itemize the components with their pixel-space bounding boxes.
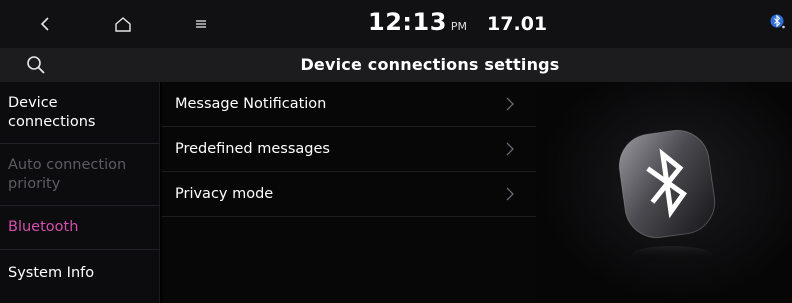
sidebar: Device connections Auto connection prior… (0, 82, 160, 303)
sidebar-item-system-info[interactable]: System Info (0, 250, 160, 296)
sidebar-item-label: Bluetooth (8, 219, 79, 235)
sidebar-item-auto-connection-priority: Auto connection priority (0, 144, 160, 206)
clock-time: 12:13 (368, 8, 447, 36)
clock: 12:13 PM 17.01 (368, 8, 547, 36)
bluetooth-logo-icon (618, 129, 716, 262)
page-title: Device connections settings (300, 55, 560, 74)
menu-icon (196, 20, 206, 28)
list-item-message-notification[interactable]: Message Notification (162, 82, 536, 127)
menu-button[interactable] (188, 0, 214, 48)
home-icon (115, 17, 131, 32)
list-item-label: Message Notification (175, 96, 327, 112)
home-button[interactable] (108, 0, 138, 48)
sidebar-item-label: Auto connection priority (8, 156, 127, 192)
settings-list: Message Notification Predefined messages… (162, 82, 536, 303)
list-item-privacy-mode[interactable]: Privacy mode (162, 172, 536, 217)
status-bar: 12:13 PM 17.01 (0, 0, 792, 48)
list-item-label: Privacy mode (175, 186, 274, 202)
search-button[interactable] (0, 48, 72, 82)
back-button[interactable] (30, 0, 60, 48)
title-bar: Device connections settings (0, 48, 792, 82)
bluetooth-illustration-panel (536, 82, 792, 303)
chevron-right-icon (506, 97, 514, 111)
clock-date: 17.01 (487, 13, 548, 35)
chevron-right-icon (506, 142, 514, 156)
bluetooth-status-icon (770, 14, 785, 29)
sidebar-item-label: System Info (8, 264, 95, 281)
sidebar-item-device-connections[interactable]: Device connections (0, 82, 160, 144)
back-arrow-icon (40, 17, 49, 31)
chevron-right-icon (506, 187, 514, 201)
sidebar-item-label: Device connections (8, 94, 96, 130)
search-icon (27, 56, 45, 74)
list-item-predefined-messages[interactable]: Predefined messages (162, 127, 536, 172)
list-item-label: Predefined messages (175, 141, 330, 157)
sidebar-item-bluetooth[interactable]: Bluetooth (0, 206, 160, 250)
clock-ampm: PM (450, 20, 468, 33)
